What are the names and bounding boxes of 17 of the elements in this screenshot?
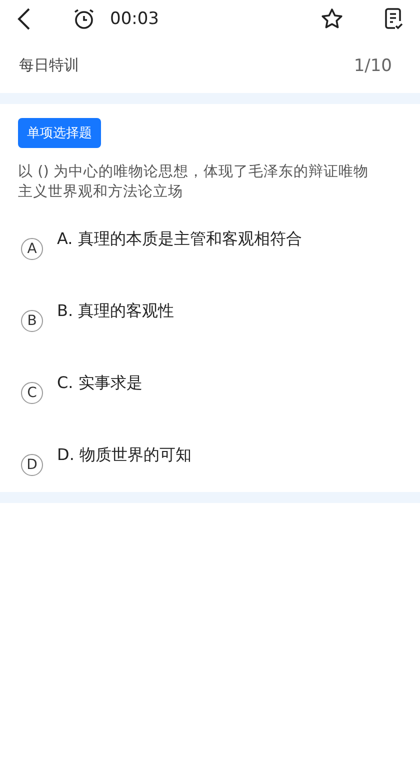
option-text[interactable]: C. 实事求是 xyxy=(57,372,142,394)
section-title: 每日特训 xyxy=(19,56,79,75)
option-text[interactable]: A. 真理的本质是主管和客观相符合 xyxy=(57,228,302,250)
document-check-icon xyxy=(383,7,405,31)
option-text[interactable]: B. 真理的客观性 xyxy=(57,300,174,322)
option-letter[interactable]: D xyxy=(21,454,43,476)
star-icon xyxy=(320,7,344,31)
option-letter[interactable]: C xyxy=(21,382,43,404)
progress-count: 1/10 xyxy=(354,56,392,76)
timer-text: 00:03 xyxy=(110,9,160,29)
option-letter[interactable]: A xyxy=(21,238,43,260)
question-type-tag: 单项选择题 xyxy=(18,118,101,148)
question-text: 以 () 为中心的唯物论思想，体现了毛泽东的辩证唯物主义世界观和方法论立场 xyxy=(18,162,370,202)
option-text[interactable]: D. 物质世界的可知 xyxy=(57,444,192,466)
back-icon xyxy=(17,7,31,31)
alarm-clock-icon xyxy=(72,7,96,31)
option-letter[interactable]: B xyxy=(21,310,43,332)
